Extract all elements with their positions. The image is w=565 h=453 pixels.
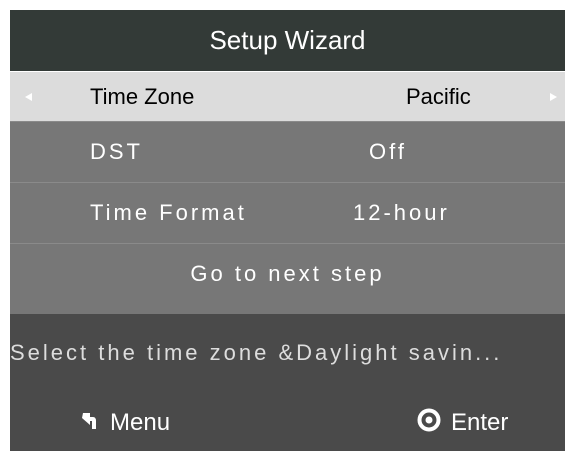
time-zone-value: Pacific	[406, 83, 471, 109]
dst-label: DST	[90, 139, 143, 164]
menu-button[interactable]: Menu	[78, 400, 170, 446]
time-format-label: Time Format	[90, 200, 247, 225]
time-format-value: 12-hour	[353, 200, 450, 225]
settings-list: Time Zone Pacific DST Off Time Format 12…	[10, 71, 565, 314]
enter-label: Enter	[451, 409, 509, 436]
hint-text: Select the time zone &Daylight savin...	[10, 340, 503, 365]
title-bar: Setup Wizard	[10, 10, 565, 71]
next-step-button[interactable]: Go to next step	[10, 243, 565, 304]
circle-dot-icon	[417, 408, 441, 439]
time-format-row[interactable]: Time Format 12-hour	[10, 182, 565, 243]
right-arrow-icon[interactable]	[550, 92, 557, 101]
enter-button[interactable]: Enter	[417, 400, 508, 446]
page-title: Setup Wizard	[209, 25, 366, 55]
footer-bar: Menu Enter	[10, 400, 565, 446]
left-arrow-icon[interactable]	[25, 92, 32, 101]
time-zone-label: Time Zone	[90, 83, 195, 109]
setup-wizard-screen: Setup Wizard Time Zone Pacific DST Off T…	[10, 10, 565, 451]
time-zone-row[interactable]: Time Zone Pacific	[10, 71, 565, 121]
menu-label: Menu	[110, 409, 171, 436]
dst-row[interactable]: DST Off	[10, 121, 565, 182]
dst-value: Off	[369, 139, 407, 164]
next-step-label: Go to next step	[190, 261, 385, 286]
back-arrow-icon	[78, 409, 100, 438]
